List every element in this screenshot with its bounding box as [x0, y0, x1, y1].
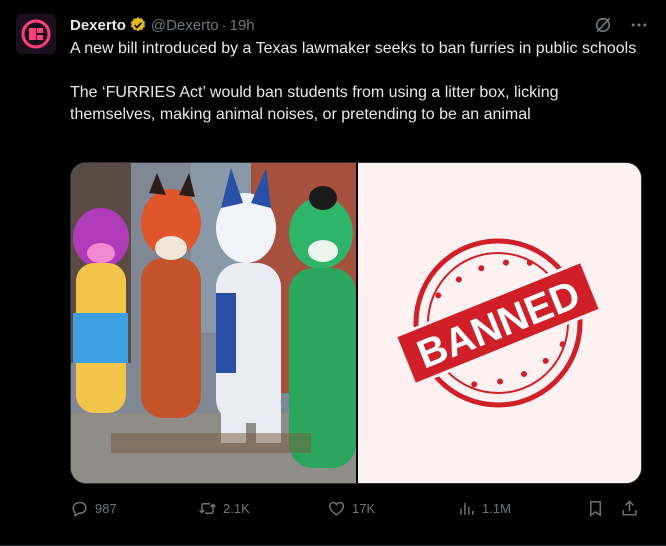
- separator-dot: ·: [221, 16, 227, 34]
- more-icon: [631, 23, 647, 27]
- share-icon: [622, 499, 637, 516]
- like-button[interactable]: 17K: [327, 499, 375, 518]
- header-actions: [592, 14, 650, 36]
- tweet[interactable]: Dexerto @Dexerto · 19h A new bill introd…: [0, 0, 666, 546]
- reply-count: 987: [95, 500, 117, 516]
- tweet-media[interactable]: BANNED: [70, 162, 642, 484]
- author-handle[interactable]: @Dexerto: [151, 17, 219, 34]
- share-button[interactable]: [620, 499, 639, 518]
- verified-badge-icon: [130, 17, 145, 32]
- banned-stamp-image[interactable]: BANNED: [356, 163, 641, 483]
- tweet-time[interactable]: 19h: [230, 17, 255, 34]
- reply-icon: [72, 501, 87, 517]
- avatar[interactable]: [16, 14, 56, 54]
- grok-icon: [595, 17, 611, 33]
- reply-button[interactable]: 987: [70, 499, 117, 518]
- banned-stamp-icon: BANNED: [358, 163, 641, 483]
- bookmark-button[interactable]: [586, 499, 605, 518]
- like-count: 17K: [352, 500, 376, 516]
- repost-count: 2.1K: [223, 500, 250, 516]
- bookmark-icon: [590, 500, 601, 517]
- dexerto-logo-icon: [16, 14, 56, 54]
- grok-button[interactable]: [592, 14, 614, 36]
- furries-photo[interactable]: [71, 163, 356, 483]
- repost-button[interactable]: 2.1K: [198, 499, 250, 518]
- views-count: 1.1M: [482, 500, 511, 516]
- tweet-text: A new bill introduced by a Texas lawmake…: [70, 40, 637, 123]
- more-button[interactable]: [628, 14, 650, 36]
- views-icon: [460, 502, 474, 515]
- furries-photo-image: [71, 163, 356, 483]
- heart-icon: [328, 501, 345, 516]
- author-name[interactable]: Dexerto: [70, 17, 126, 34]
- repost-icon: [199, 502, 216, 514]
- tweet-header: Dexerto @Dexerto · 19h: [70, 14, 650, 36]
- action-bar: 987 2.1K 17K 1.1M: [70, 496, 640, 520]
- views-button[interactable]: 1.1M: [457, 499, 511, 518]
